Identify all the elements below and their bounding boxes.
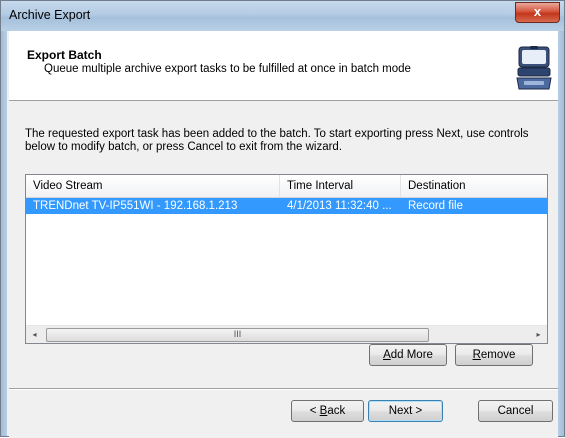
batch-list[interactable]: Video Stream Time Interval Destination T… xyxy=(25,174,548,344)
add-more-button[interactable]: Add More xyxy=(369,344,447,366)
wizard-header: Export Batch Queue multiple archive expo… xyxy=(9,31,558,101)
wizard-page: Export Batch Queue multiple archive expo… xyxy=(9,31,558,438)
cell-video-stream: TRENDnet TV-IP551WI - 192.168.1.213 xyxy=(33,200,238,212)
page-title: Export Batch xyxy=(27,48,102,62)
remove-accel: R xyxy=(472,349,481,361)
horizontal-scrollbar[interactable]: ◂ III ▸ xyxy=(26,325,547,343)
next-button[interactable]: Next > xyxy=(368,400,443,422)
instruction-text: The requested export task has been added… xyxy=(25,128,529,153)
add-more-accel: A xyxy=(383,349,391,361)
window-frame-left xyxy=(1,31,7,436)
column-time-interval[interactable]: Time Interval xyxy=(280,175,401,197)
footer-divider xyxy=(9,388,558,390)
scroll-right-icon[interactable]: ▸ xyxy=(530,326,547,343)
scroll-thumb[interactable]: III xyxy=(46,328,429,342)
column-destination[interactable]: Destination xyxy=(401,175,547,197)
back-label: ack xyxy=(327,405,346,417)
close-button[interactable]: x xyxy=(515,2,560,23)
window-frame-right xyxy=(558,31,564,436)
list-header: Video Stream Time Interval Destination xyxy=(26,175,547,198)
table-row[interactable]: TRENDnet TV-IP551WI - 192.168.1.213 4/1/… xyxy=(26,198,547,214)
remove-label: emove xyxy=(480,349,516,361)
column-video-stream[interactable]: Video Stream xyxy=(26,175,280,197)
export-device-icon xyxy=(516,46,552,90)
remove-button[interactable]: Remove xyxy=(455,344,533,366)
scroll-left-icon[interactable]: ◂ xyxy=(26,326,43,343)
cell-destination: Record file xyxy=(408,200,463,212)
back-button[interactable]: < Back xyxy=(291,400,364,422)
add-more-label: dd More xyxy=(390,349,433,361)
cell-time-interval: 4/1/2013 11:32:40 ... xyxy=(287,200,392,212)
cancel-button[interactable]: Cancel xyxy=(478,400,553,422)
back-prefix: < xyxy=(309,405,320,417)
window-title: Archive Export xyxy=(9,8,91,22)
title-bar[interactable]: Archive Export x xyxy=(1,1,564,31)
page-subtitle: Queue multiple archive export tasks to b… xyxy=(44,63,411,75)
archive-export-window: Archive Export x Export Batch Queue mult… xyxy=(0,0,565,438)
